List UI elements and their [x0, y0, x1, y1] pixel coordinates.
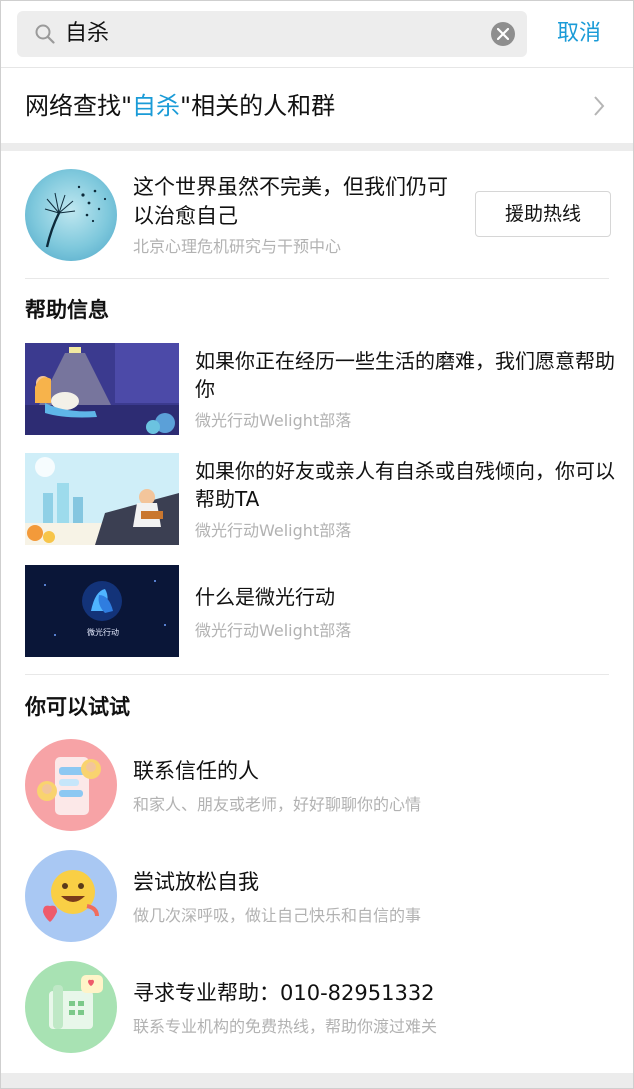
search-results-screen: 自杀 取消 网络查找"自杀"相关的人和群 这个世界虽然不完美，但我们仍可以治愈自… — [0, 0, 634, 1089]
hotline-button[interactable]: 援助热线 — [475, 191, 611, 237]
tip-item[interactable]: 尝试放松自我 做几次深呼吸，做让自己快乐和自信的事 — [1, 850, 633, 946]
bottom-gap — [1, 1073, 633, 1088]
hotline-card[interactable]: 这个世界虽然不完美，但我们仍可以治愈自己 北京心理危机研究与干预中心 援助热线 — [1, 151, 633, 279]
chat-people-icon — [25, 739, 117, 831]
network-search-prefix: 网络查找" — [25, 92, 133, 120]
network-search-row[interactable]: 网络查找"自杀"相关的人和群 — [1, 67, 633, 144]
network-search-suffix: "相关的人和群 — [180, 92, 336, 120]
phone-icon — [25, 961, 117, 1053]
clear-icon[interactable] — [491, 22, 515, 46]
article-item[interactable]: 微光行动 什么是微光行动 微光行动Welight部落 — [1, 565, 633, 657]
hotline-org: 北京心理危机研究与干预中心 — [133, 237, 342, 256]
article-source: 微光行动Welight部落 — [195, 621, 352, 640]
section-gap — [1, 143, 633, 151]
article-thumbnail: 微光行动 — [25, 565, 179, 657]
article-source: 微光行动Welight部落 — [195, 411, 352, 430]
try-section-title: 你可以试试 — [25, 695, 130, 719]
tip-subtitle: 联系专业机构的免费热线，帮助你渡过难关 — [133, 1017, 438, 1036]
article-title: 如果你正在经历一些生活的磨难，我们愿意帮助你 — [195, 349, 615, 401]
network-search-keyword: 自杀 — [132, 92, 181, 120]
divider — [25, 278, 609, 279]
article-thumbnail — [25, 343, 179, 435]
tip-title: 联系信任的人 — [133, 759, 259, 783]
network-search-label: 网络查找"自杀"相关的人和群 — [25, 90, 335, 122]
search-input[interactable]: 自杀 — [17, 11, 527, 57]
article-item[interactable]: 如果你的好友或亲人有自杀或自残倾向，你可以帮助TA 微光行动Welight部落 — [1, 453, 633, 545]
tip-title: 尝试放松自我 — [133, 870, 259, 894]
tip-subtitle: 做几次深呼吸，做让自己快乐和自信的事 — [133, 906, 422, 925]
search-header: 自杀 取消 — [1, 1, 633, 67]
chevron-right-icon — [593, 95, 605, 121]
tip-item[interactable]: 寻求专业帮助：010-82951332 联系专业机构的免费热线，帮助你渡过难关 — [1, 961, 633, 1057]
article-source: 微光行动Welight部落 — [195, 521, 352, 540]
article-thumbnail — [25, 453, 179, 545]
dandelion-avatar — [25, 169, 117, 261]
tip-title: 寻求专业帮助：010-82951332 — [133, 981, 435, 1005]
thumbnail-caption: 微光行动 — [87, 628, 119, 637]
article-title: 什么是微光行动 — [195, 585, 335, 609]
cancel-button[interactable]: 取消 — [557, 19, 601, 49]
article-item[interactable]: 如果你正在经历一些生活的磨难，我们愿意帮助你 微光行动Welight部落 — [1, 343, 633, 435]
tip-subtitle: 和家人、朋友或老师，好好聊聊你的心情 — [133, 795, 422, 814]
help-section-title: 帮助信息 — [25, 298, 109, 322]
divider — [25, 674, 609, 675]
hotline-title: 这个世界虽然不完美，但我们仍可以治愈自己 — [133, 175, 448, 228]
article-title: 如果你的好友或亲人有自杀或自残倾向，你可以帮助TA — [195, 459, 615, 511]
tip-item[interactable]: 联系信任的人 和家人、朋友或老师，好好聊聊你的心情 — [1, 739, 633, 835]
search-query: 自杀 — [65, 21, 110, 46]
smiley-heart-icon — [25, 850, 117, 942]
search-icon — [35, 24, 55, 44]
